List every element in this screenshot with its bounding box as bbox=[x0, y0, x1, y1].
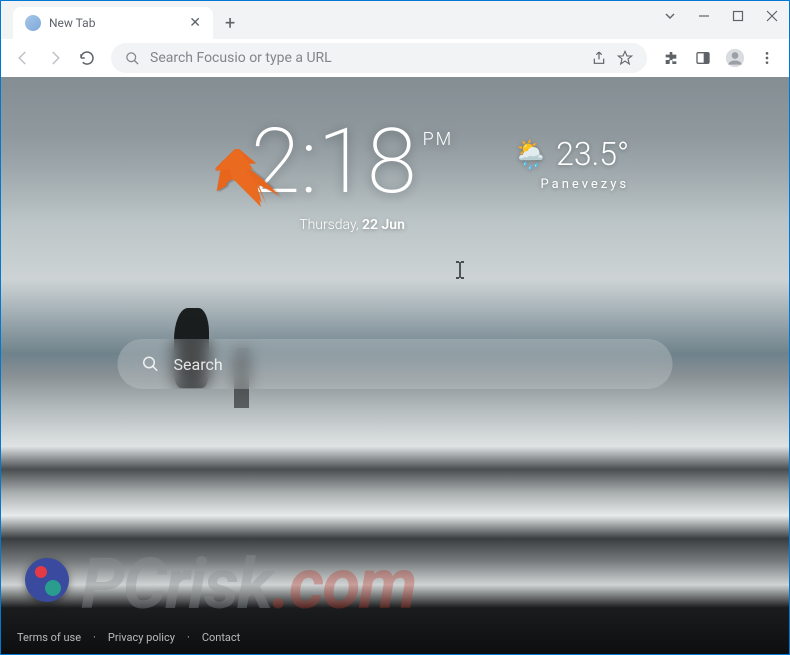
extensions-icon[interactable] bbox=[657, 44, 685, 72]
clock-widget: 2:18 PM Thursday, 22 Jun bbox=[251, 117, 453, 233]
clock-date: 22 Jun bbox=[362, 217, 405, 233]
clock-time: 2:18 bbox=[251, 117, 417, 207]
menu-dots-icon[interactable] bbox=[753, 44, 781, 72]
close-tab-icon[interactable]: ✕ bbox=[189, 15, 201, 31]
dot-separator: · bbox=[93, 631, 96, 644]
maximize-icon[interactable] bbox=[731, 9, 745, 23]
browser-toolbar: Search Focusio or type a URL bbox=[1, 39, 789, 77]
browser-tab[interactable]: New Tab ✕ bbox=[13, 7, 213, 39]
window-controls bbox=[663, 1, 789, 31]
clock-day: Thursday, bbox=[299, 217, 358, 233]
pcrisk-badge-icon bbox=[25, 558, 69, 602]
weather-temp: 23.5° bbox=[556, 135, 629, 173]
weather-widget[interactable]: 🌦️ 23.5° Panevezys bbox=[513, 135, 629, 192]
reload-icon[interactable] bbox=[73, 44, 101, 72]
dot-separator: · bbox=[187, 631, 190, 644]
omnibox[interactable]: Search Focusio or type a URL bbox=[111, 43, 647, 73]
weather-city: Panevezys bbox=[513, 177, 629, 192]
contact-link[interactable]: Contact bbox=[202, 631, 240, 644]
top-widgets: 2:18 PM Thursday, 22 Jun 🌦️ 23.5° Paneve… bbox=[1, 117, 789, 233]
share-icon[interactable] bbox=[591, 50, 607, 66]
privacy-link[interactable]: Privacy policy bbox=[108, 631, 175, 644]
clock-ampm: PM bbox=[423, 131, 454, 149]
tab-title: New Tab bbox=[49, 16, 95, 30]
toolbar-right-icons bbox=[657, 44, 781, 72]
window-close-icon[interactable] bbox=[765, 9, 779, 23]
back-icon[interactable] bbox=[9, 44, 37, 72]
browser-title-bar: New Tab ✕ + bbox=[1, 1, 789, 39]
search-icon bbox=[125, 51, 140, 66]
search-icon bbox=[142, 355, 160, 373]
bookmark-star-icon[interactable] bbox=[617, 50, 633, 66]
minimize-icon[interactable] bbox=[697, 9, 711, 23]
favicon-icon bbox=[25, 15, 41, 31]
sidepanel-icon[interactable] bbox=[689, 44, 717, 72]
forward-icon[interactable] bbox=[41, 44, 69, 72]
footer-links: Terms of use · Privacy policy · Contact bbox=[17, 631, 240, 644]
profile-icon[interactable] bbox=[721, 44, 749, 72]
page-content: 2:18 PM Thursday, 22 Jun 🌦️ 23.5° Paneve… bbox=[1, 77, 789, 654]
omnibox-placeholder: Search Focusio or type a URL bbox=[150, 50, 581, 66]
page-search-input[interactable]: Search bbox=[118, 339, 673, 389]
page-search-placeholder: Search bbox=[174, 355, 223, 374]
weather-icon: 🌦️ bbox=[513, 138, 548, 171]
new-tab-button[interactable]: + bbox=[225, 13, 235, 34]
terms-link[interactable]: Terms of use bbox=[17, 631, 81, 644]
tabs-dropdown-icon[interactable] bbox=[663, 9, 677, 23]
